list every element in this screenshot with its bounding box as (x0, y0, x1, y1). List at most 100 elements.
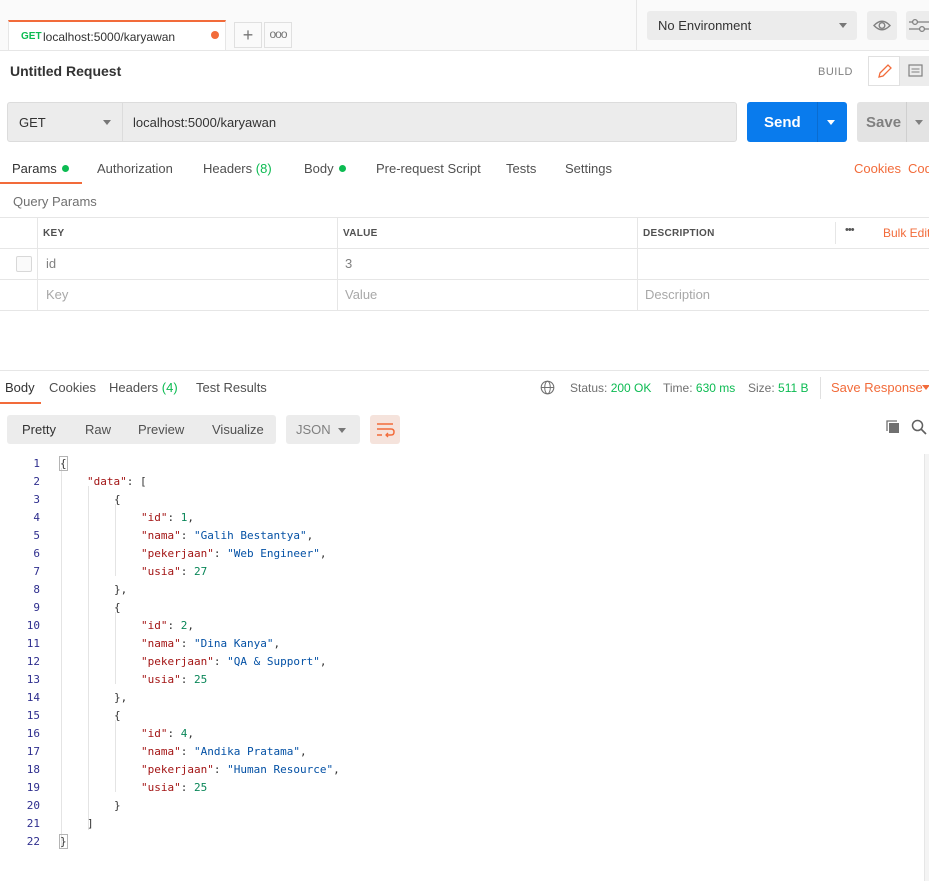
wrap-lines-button[interactable] (370, 415, 400, 444)
code-line: "nama": "Andika Pratama", (141, 745, 307, 758)
search-button[interactable] (911, 419, 927, 440)
comments-button[interactable] (900, 56, 929, 86)
response-tab-cookies[interactable]: Cookies (49, 380, 96, 395)
chevron-down-icon[interactable] (922, 385, 929, 390)
new-param-value-input[interactable]: Value (345, 287, 377, 302)
comment-icon (908, 64, 923, 77)
column-divider (835, 222, 836, 244)
tab-prerequest-script[interactable]: Pre-request Script (376, 161, 481, 176)
more-tabs-button[interactable]: ooo (264, 22, 292, 48)
json-key: "pekerjaan" (141, 655, 214, 668)
param-key[interactable]: id (46, 256, 56, 271)
view-preview[interactable]: Preview (138, 422, 184, 437)
line-number: 14 (26, 691, 40, 704)
request-title[interactable]: Untitled Request (10, 63, 121, 79)
time-value: 630 ms (695, 381, 736, 395)
size-value: 511 B (778, 381, 809, 395)
response-tab-test-results[interactable]: Test Results (196, 380, 267, 395)
method-select[interactable]: GET (7, 102, 123, 142)
json-key: "nama" (141, 637, 181, 650)
json-key: "nama" (141, 529, 181, 542)
code-line: "usia": 27 (141, 565, 208, 578)
save-button[interactable]: Save (857, 102, 929, 142)
json-value: 27 (194, 565, 208, 578)
json-key: "data" (87, 475, 127, 488)
save-response-button[interactable]: Save Response (831, 380, 923, 395)
response-headers-count: (4) (161, 380, 178, 395)
json-key: "pekerjaan" (141, 547, 214, 560)
tab-tests[interactable]: Tests (506, 161, 536, 176)
table-border (0, 279, 929, 280)
table-options-button[interactable]: ••• (845, 224, 855, 236)
view-pretty[interactable]: Pretty (22, 422, 56, 437)
environment-quick-look-button[interactable] (867, 11, 897, 40)
divider (817, 102, 818, 142)
code-line: }, (114, 691, 128, 704)
line-number: 19 (26, 781, 40, 794)
tab-params-label: Params (12, 161, 57, 176)
code-line: { (114, 493, 121, 506)
chevron-down-icon (839, 23, 847, 28)
code-link[interactable]: Code (908, 161, 929, 176)
method-selected: GET (19, 115, 46, 130)
line-number: 10 (26, 619, 40, 632)
chevron-down-icon[interactable] (915, 120, 923, 125)
tab-authorization[interactable]: Authorization (97, 161, 173, 176)
mode-label: BUILD (818, 66, 853, 78)
new-tab-button[interactable]: + (234, 22, 262, 48)
status-info: Status: 200 OK (570, 381, 651, 395)
param-value[interactable]: 3 (345, 256, 352, 271)
send-button[interactable]: Send (747, 102, 847, 142)
eye-icon (873, 20, 891, 31)
line-number: 22 (26, 835, 40, 848)
view-visualize[interactable]: Visualize (212, 422, 264, 437)
table-border (0, 248, 929, 249)
request-tab-active[interactable]: GET localhost:5000/karyawan (8, 20, 226, 50)
time-label: Time: (663, 381, 693, 395)
manage-environments-button[interactable] (906, 11, 929, 40)
copy-button[interactable] (885, 419, 901, 440)
tab-settings[interactable]: Settings (565, 161, 612, 176)
edit-button[interactable] (868, 56, 900, 86)
new-param-key-input[interactable]: Key (46, 287, 68, 302)
network-info-button[interactable] (540, 380, 555, 400)
view-raw[interactable]: Raw (85, 422, 111, 437)
column-divider (337, 217, 338, 311)
table-border (0, 217, 929, 218)
response-tab-headers[interactable]: Headers (4) (109, 380, 178, 395)
response-headers-label: Headers (109, 380, 159, 395)
brace: } (59, 834, 68, 849)
param-enable-checkbox[interactable] (16, 256, 32, 272)
chevron-down-icon (103, 120, 111, 125)
chevron-down-icon[interactable] (827, 120, 835, 125)
cookies-link[interactable]: Cookies (854, 161, 901, 176)
json-key: "nama" (141, 745, 181, 758)
tab-body[interactable]: Body (304, 161, 346, 176)
json-key: "id" (141, 511, 168, 524)
code-line: "id": 4, (141, 727, 194, 740)
tab-params[interactable]: Params (12, 161, 69, 176)
line-number: 21 (26, 817, 40, 830)
code-line: { (59, 456, 68, 471)
code-line: ] (87, 817, 94, 830)
json-key: "pekerjaan" (141, 763, 214, 776)
line-number: 4 (33, 511, 40, 524)
json-value: 4 (180, 727, 188, 740)
code-line: "pekerjaan": "QA & Support", (141, 655, 327, 668)
format-selected: JSON (296, 422, 331, 437)
response-tab-body[interactable]: Body (5, 380, 35, 395)
format-select[interactable]: JSON (286, 415, 360, 444)
environment-select[interactable]: No Environment (647, 11, 857, 40)
url-input[interactable]: localhost:5000/karyawan (122, 102, 737, 142)
new-param-description-input[interactable]: Description (645, 287, 710, 302)
sliders-icon (909, 18, 929, 33)
tab-body-label: Body (304, 161, 334, 176)
line-number: 16 (26, 727, 40, 740)
tab-headers[interactable]: Headers (8) (203, 161, 272, 176)
bulk-edit-link[interactable]: Bulk Edit (883, 226, 929, 240)
line-number: 17 (26, 745, 40, 758)
code-line: "pekerjaan": "Web Engineer", (141, 547, 327, 560)
json-value: "Web Engineer" (227, 547, 320, 560)
editor-scrollbar[interactable] (924, 454, 929, 881)
code-line: { (114, 601, 121, 614)
